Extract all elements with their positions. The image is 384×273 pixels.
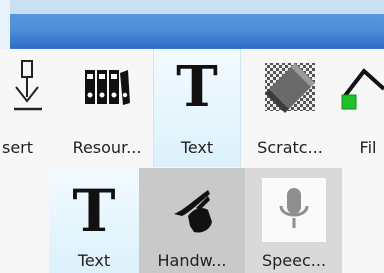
toolbar-item-text[interactable]: T Text [153,49,241,167]
dropdown-item-text[interactable]: T Text [49,168,139,273]
dropdown-item-label: Handw... [157,251,227,270]
dropdown-item-speech[interactable]: Speec... [249,168,339,273]
title-bar [0,0,384,49]
toolbar-item-label: Resour... [72,138,142,157]
toolbar-item-label: Text [180,138,214,157]
dropdown-item-handwriting[interactable]: Handw... [139,168,245,273]
toolbar-item-label: sert [2,138,34,157]
toolbar-item-fill[interactable]: Fil [338,49,384,167]
eraser-icon [260,57,320,117]
dropdown-item-label: Speec... [261,251,327,270]
text-input-dropdown: T Text Handw... Speec... [49,168,342,273]
toolbar-item-resources[interactable]: Resour... [64,49,150,167]
binders-icon [77,57,137,117]
toolbar-item-label: Fil [359,138,377,157]
text-icon: T [72,177,116,245]
insert-icon [9,57,49,117]
dropdown-item-label: Text [77,251,111,270]
text-icon: T [176,54,218,120]
toolbar: sert Resour... T Text Scratc... Fil [0,49,384,167]
handwriting-icon [161,180,223,242]
fill-icon [338,57,384,117]
toolbar-item-label: Scratc... [257,138,323,157]
toolbar-item-scratch[interactable]: Scratc... [246,49,334,167]
toolbar-item-insert[interactable]: sert [0,49,58,167]
microphone-icon [262,178,326,242]
